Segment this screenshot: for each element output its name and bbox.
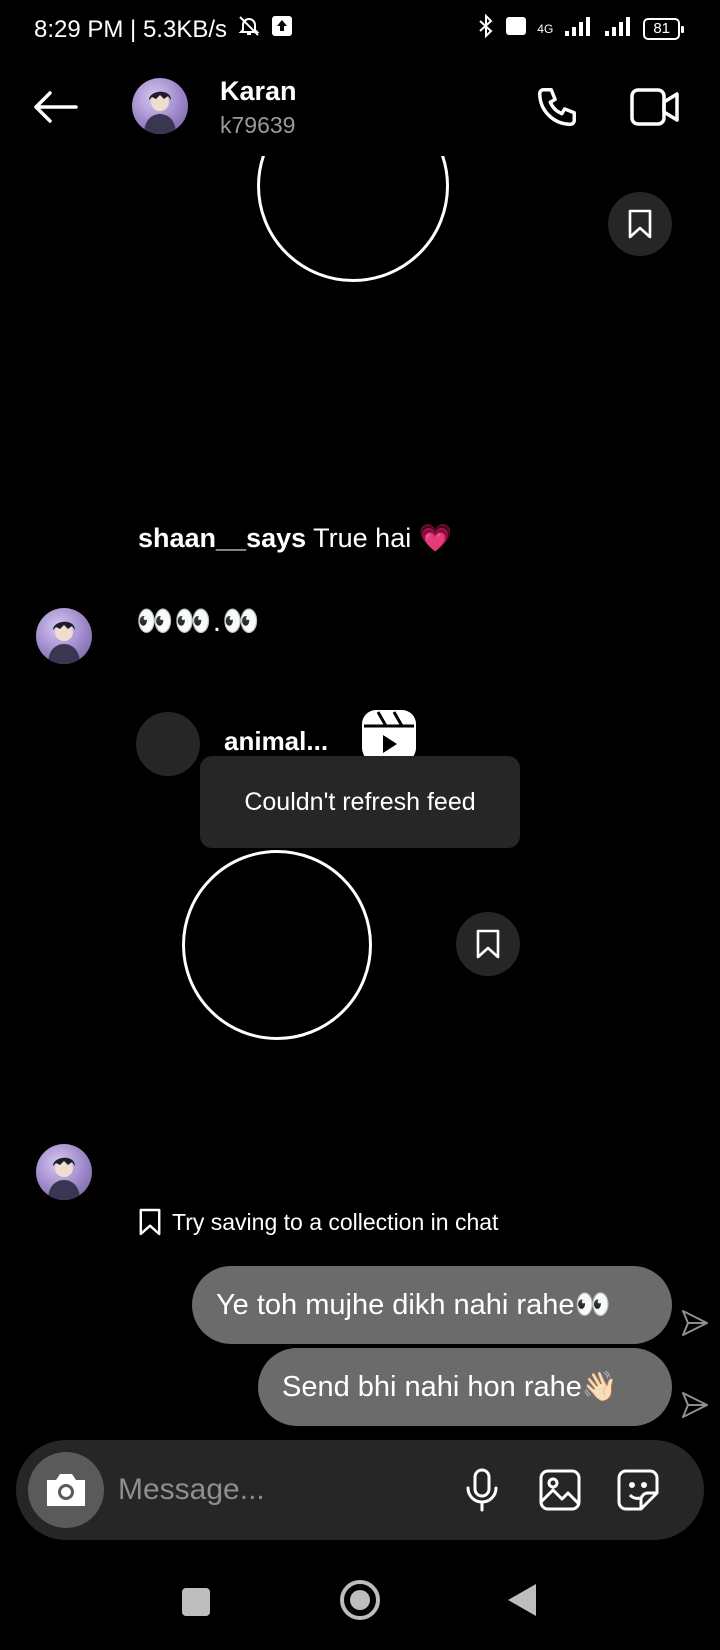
volte-icon	[505, 15, 527, 42]
status-left: 8:29 PM | 5.3KB/s	[34, 14, 293, 45]
send-icon	[682, 1310, 708, 1336]
message-input[interactable]	[118, 1466, 438, 1514]
bookmark-icon	[139, 1208, 161, 1236]
sticker-button[interactable]	[614, 1466, 662, 1514]
chat-thread[interactable]: shaan__says True hai 💗 👀👀.👀 animal... Co…	[0, 156, 720, 1436]
sticker-icon	[617, 1469, 659, 1511]
received-emoji-message[interactable]: 👀👀.👀	[136, 604, 260, 639]
caption-text: True hai 💗	[313, 523, 453, 553]
status-bar: 8:29 PM | 5.3KB/s 4G 81	[0, 0, 720, 56]
sender-avatar[interactable]	[36, 608, 92, 664]
reel-account-avatar[interactable]	[136, 712, 200, 776]
status-time-speed: 8:29 PM | 5.3KB/s	[34, 15, 227, 43]
bluetooth-icon	[477, 13, 495, 43]
save-reel-button-1[interactable]	[608, 192, 672, 256]
gallery-button[interactable]	[536, 1466, 584, 1514]
sent-message-bubble[interactable]: Ye toh mujhe dikh nahi rahe👀	[192, 1266, 672, 1344]
loading-ring-2	[182, 850, 372, 1040]
voice-message-button[interactable]	[458, 1466, 506, 1514]
microphone-icon	[466, 1468, 498, 1512]
collection-hint-text: Try saving to a collection in chat	[172, 1208, 499, 1235]
shared-post-caption: shaan__says True hai 💗	[138, 522, 452, 554]
message-composer	[16, 1440, 704, 1540]
back-button[interactable]	[30, 84, 80, 130]
upload-icon	[271, 15, 293, 44]
video-call-button[interactable]	[626, 80, 684, 134]
contact-name[interactable]: Karan	[220, 76, 297, 107]
save-reel-button-2[interactable]	[456, 912, 520, 976]
back-arrow-icon	[34, 91, 78, 123]
system-back-button[interactable]	[508, 1584, 536, 1616]
battery-indicator: 81	[643, 17, 684, 40]
signal-icon-1	[563, 15, 593, 42]
header-avatar[interactable]	[132, 78, 188, 134]
bookmark-icon	[628, 209, 652, 239]
phone-icon	[538, 88, 576, 126]
bookmark-icon	[476, 929, 500, 959]
collection-hint[interactable]: Try saving to a collection in chat	[138, 1208, 498, 1236]
home-button[interactable]	[340, 1580, 380, 1620]
system-nav-bar	[0, 1560, 720, 1650]
reel-account-name[interactable]: animal...	[224, 726, 328, 757]
recent-apps-button[interactable]	[182, 1588, 210, 1616]
video-call-icon	[630, 88, 679, 126]
caption-username[interactable]: shaan__says	[138, 523, 306, 553]
camera-button[interactable]	[28, 1452, 104, 1528]
gallery-icon	[539, 1469, 581, 1511]
sent-message-bubble[interactable]: Send bhi nahi hon rahe👋🏻	[258, 1348, 672, 1426]
contact-username[interactable]: k79639	[220, 112, 295, 139]
status-right: 4G 81	[477, 13, 684, 43]
network-label: 4G	[537, 21, 554, 36]
send-icon	[682, 1392, 708, 1418]
voice-call-button[interactable]	[530, 80, 584, 134]
chat-header: Karan k79639	[0, 64, 720, 154]
signal-icon-2	[603, 15, 633, 42]
mute-bell-icon	[237, 14, 261, 45]
loading-ring-1	[257, 156, 449, 282]
refresh-error-toast: Couldn't refresh feed	[200, 756, 520, 848]
sender-avatar[interactable]	[36, 1144, 92, 1200]
camera-icon	[47, 1474, 85, 1506]
